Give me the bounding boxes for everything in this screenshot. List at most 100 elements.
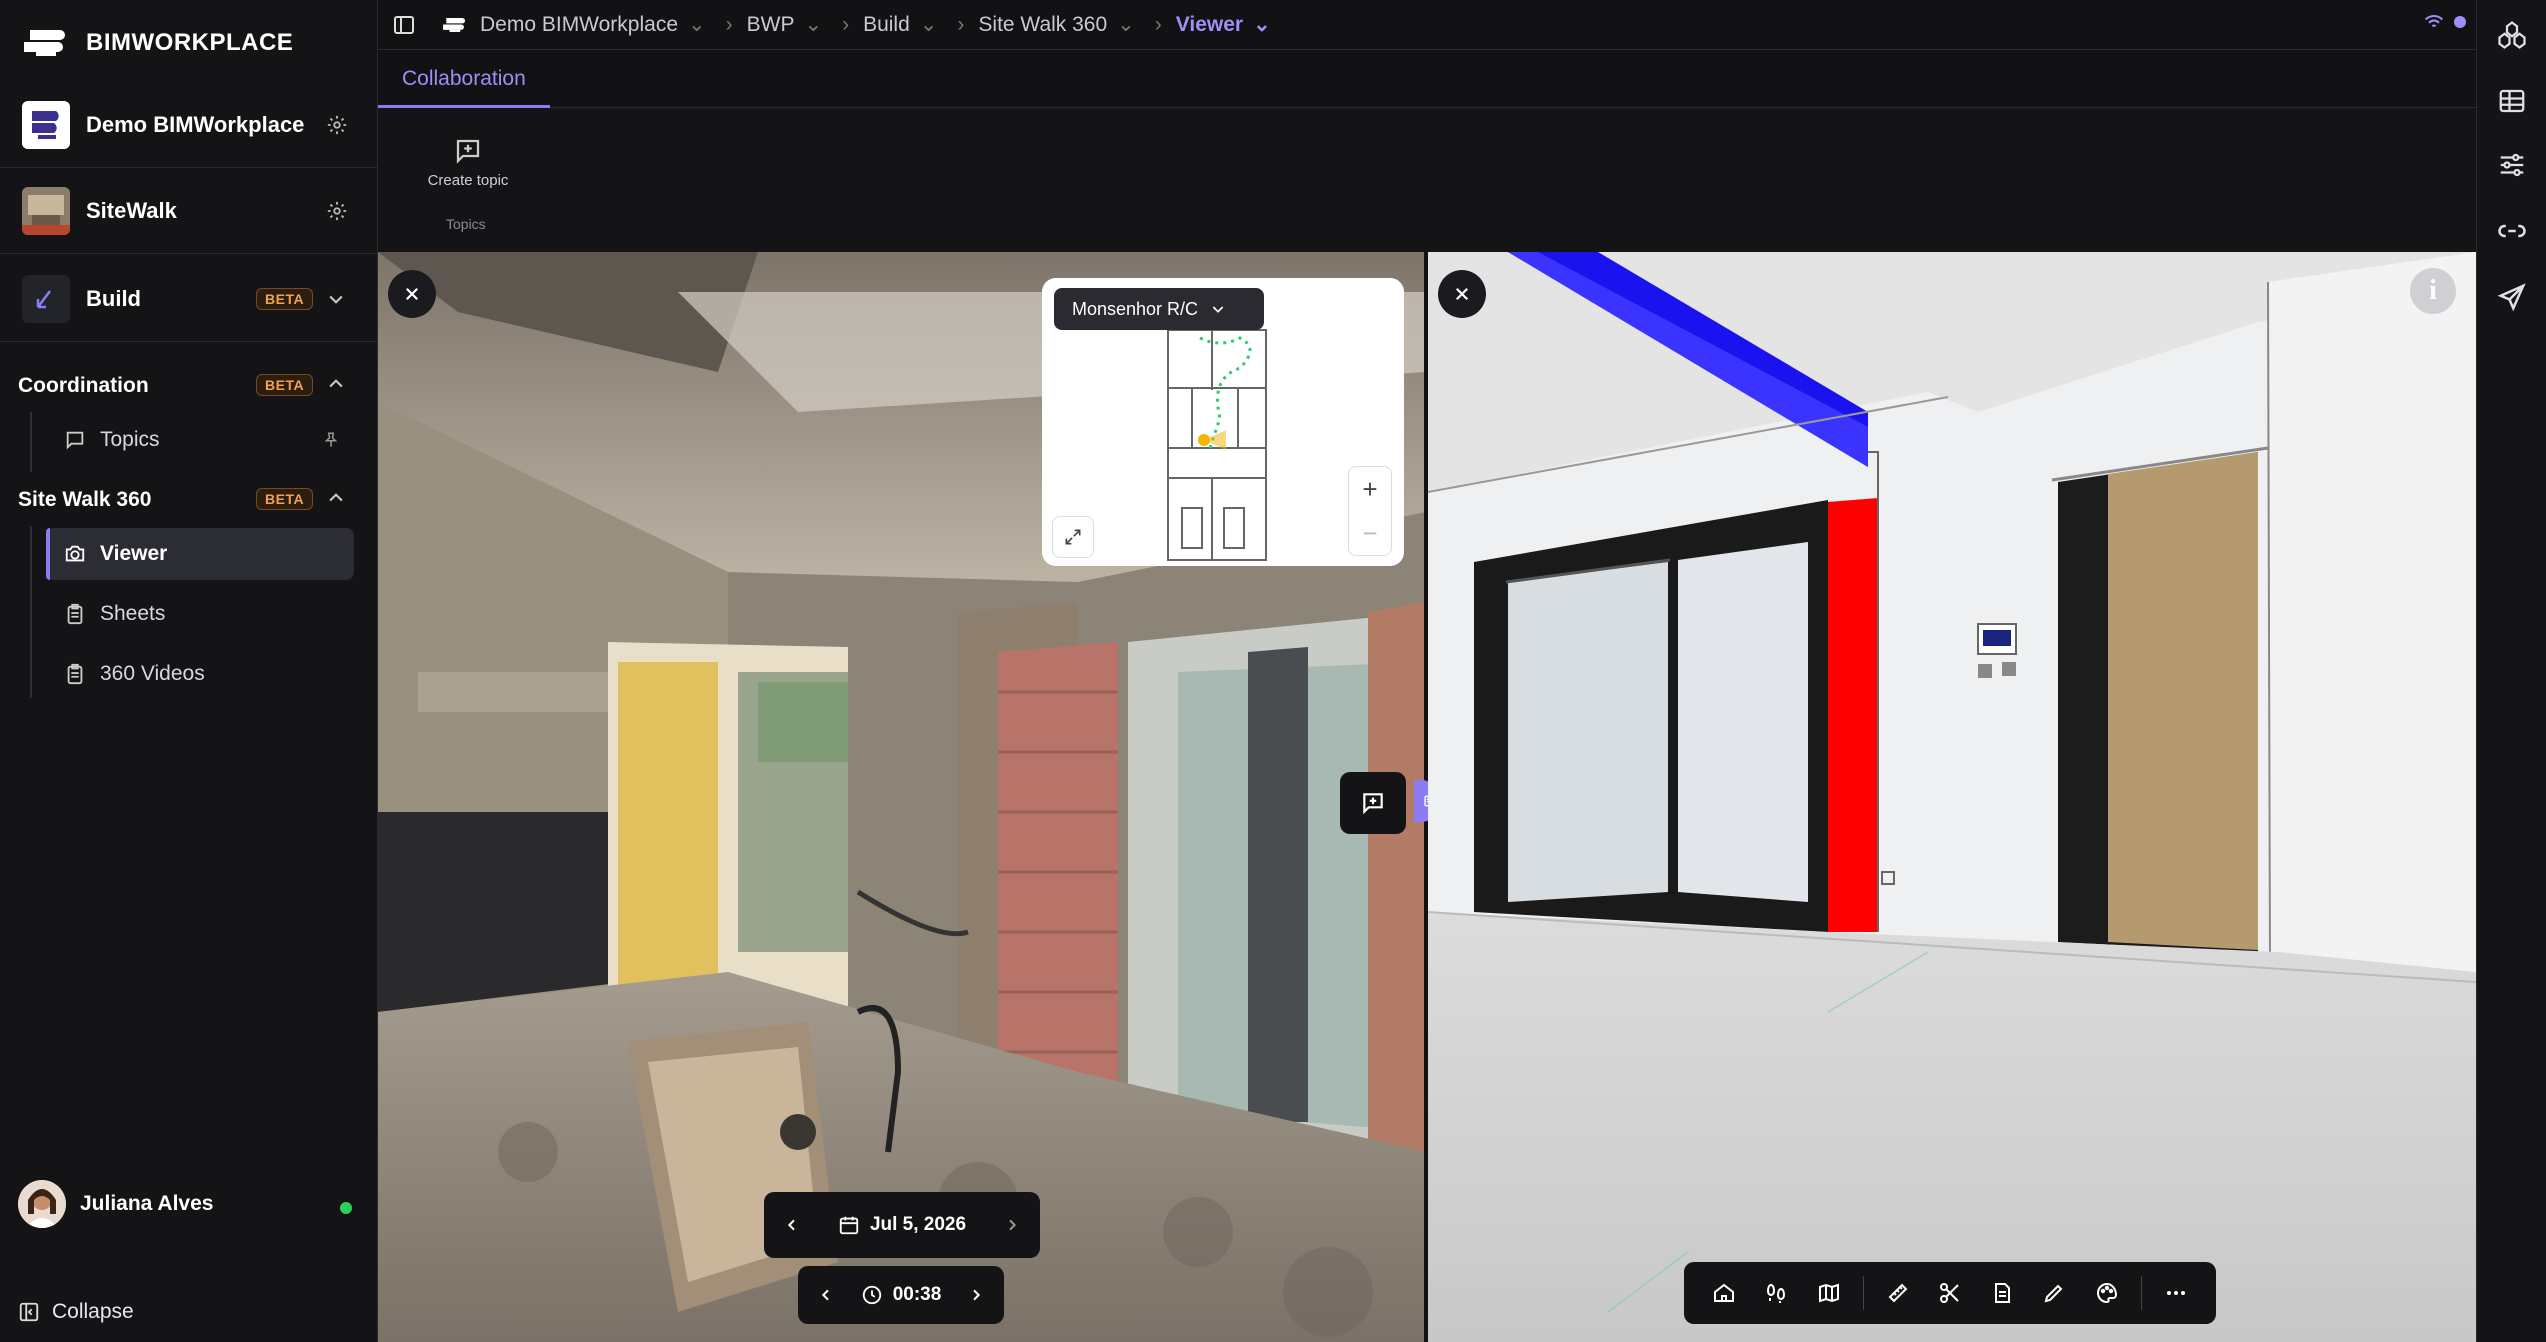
module-name: Build (86, 285, 141, 311)
prev-time-button[interactable] (818, 1287, 834, 1303)
sidebar-item-topics[interactable]: Topics (46, 414, 354, 466)
chevron-up-icon[interactable] (326, 374, 346, 394)
module-build[interactable]: Build BETA (0, 256, 378, 342)
sidebar-toggle-icon[interactable] (392, 13, 416, 37)
close-model-button[interactable] (1438, 270, 1486, 318)
sidebar-item-label: Topics (100, 428, 160, 451)
app-logo[interactable]: BIMWORKPLACE (22, 22, 293, 64)
bimworkplace-logo-icon (24, 30, 65, 56)
sidebar-collapse-icon (19, 1302, 39, 1322)
project-sitewalk[interactable]: SiteWalk (0, 168, 378, 254)
user-profile[interactable]: Juliana Alves (18, 1180, 213, 1228)
more-icon[interactable] (2150, 1268, 2202, 1318)
project-demo-bimworkplace[interactable]: Demo BIMWorkplace (0, 82, 378, 168)
chevron-down-icon[interactable] (326, 289, 346, 309)
sidebar-item-viewer[interactable]: Viewer (46, 528, 354, 580)
add-comment-icon (456, 139, 480, 164)
close-icon (1455, 287, 1469, 301)
walk-icon[interactable] (1750, 1268, 1802, 1318)
link-icon[interactable] (2497, 216, 2527, 246)
comment-icon (66, 431, 84, 450)
breadcrumb-item[interactable]: BWP ⌄ (747, 12, 828, 37)
gear-icon[interactable] (326, 200, 348, 222)
time-value: 00:38 (892, 1284, 942, 1305)
project-name: Demo BIMWorkplace (86, 111, 305, 137)
chevron-down-icon: ⌄ (804, 13, 823, 36)
chevron-up-icon[interactable] (326, 488, 346, 508)
table-icon[interactable] (2497, 86, 2527, 116)
close-viewer-button[interactable] (388, 270, 436, 318)
toolbar-divider (1862, 1276, 1864, 1310)
online-status-dot (340, 1202, 352, 1214)
sidebar-item-360-videos[interactable]: 360 Videos (46, 648, 354, 700)
create-topic-label: Create topic (427, 172, 509, 189)
components-icon[interactable] (2497, 20, 2527, 50)
scissors-icon[interactable] (1924, 1268, 1976, 1318)
top-bar: Demo BIMWorkplace ⌄ › BWP ⌄ › Build ⌄ › Sit… (378, 0, 2476, 50)
add-comment-button[interactable] (1340, 772, 1406, 834)
chevron-right-icon (1009, 1219, 1017, 1231)
sidebar-item-label: 360 Videos (100, 662, 205, 685)
chevron-right-icon (973, 1289, 981, 1301)
document-icon[interactable] (1976, 1268, 2028, 1318)
collapse-button[interactable]: Collapse (18, 1300, 134, 1324)
sidebar-item-sheets[interactable]: Sheets (46, 588, 354, 640)
panorama-viewer[interactable]: Monsenhor R/C + − Jul 5, 2026 00:38 (378, 252, 1426, 1342)
tree-line (30, 526, 32, 698)
status-dot (2454, 16, 2466, 28)
sidebar: BIMWORKPLACE Demo BIMWorkplace SiteWalk … (0, 0, 378, 1342)
zoom-in-icon[interactable]: + (1362, 474, 1377, 505)
pencil-icon[interactable] (2028, 1268, 2080, 1318)
next-date-button[interactable] (1004, 1217, 1020, 1233)
map-icon[interactable] (1802, 1268, 1854, 1318)
clipboard-icon (67, 603, 83, 625)
breadcrumb-item[interactable]: Demo BIMWorkplace ⌄ (480, 12, 712, 37)
info-icon[interactable]: i (2410, 268, 2456, 314)
right-rail (2476, 0, 2546, 1342)
create-topic-button[interactable]: Create topic (422, 136, 514, 189)
floor-select[interactable]: Monsenhor R/C (1054, 288, 1264, 330)
toolbar-group-label: Topics (446, 216, 486, 232)
home-icon[interactable] (1698, 1268, 1750, 1318)
project-logo (22, 100, 70, 149)
add-comment-icon (1363, 793, 1383, 815)
breadcrumb-item[interactable]: Build ⌄ (863, 12, 943, 37)
connection-status (2424, 14, 2466, 30)
prev-date-button[interactable] (784, 1217, 800, 1233)
floor-select-value: Monsenhor R/C (1072, 298, 1199, 319)
toolbar-divider (2140, 1276, 2142, 1310)
chevron-left-icon (821, 1289, 829, 1301)
tab-collaboration[interactable]: Collaboration (378, 52, 550, 108)
minimap[interactable]: Monsenhor R/C + − (1042, 278, 1404, 566)
chevron-left-icon (787, 1219, 795, 1231)
gear-icon[interactable] (326, 114, 348, 136)
bimworkplace-logo-icon[interactable] (442, 15, 472, 35)
chevron-down-icon: ⌄ (688, 13, 706, 36)
breadcrumb: Demo BIMWorkplace ⌄ › BWP ⌄ › Build ⌄ › Sit… (442, 12, 1277, 37)
send-icon[interactable] (2497, 282, 2527, 312)
section-title-site-walk-360[interactable]: Site Walk 360 (18, 488, 151, 512)
pin-icon[interactable] (322, 431, 340, 449)
date-picker[interactable]: Jul 5, 2026 (838, 1214, 966, 1236)
section-title-coordination[interactable]: Coordination (18, 374, 149, 398)
breadcrumb-item[interactable]: Site Walk 360 ⌄ (978, 12, 1140, 37)
breadcrumb-item-current[interactable]: Viewer ⌄ (1176, 12, 1277, 37)
chevron-down-icon: ⌄ (1253, 13, 1271, 36)
clipboard-icon (67, 663, 83, 685)
sliders-icon[interactable] (2497, 150, 2527, 180)
palette-icon[interactable] (2081, 1268, 2133, 1318)
sidebar-item-label: Viewer (100, 542, 168, 565)
close-icon (405, 287, 419, 301)
next-time-button[interactable] (968, 1287, 984, 1303)
tab-bar: Collaboration (378, 52, 2476, 108)
project-name: SiteWalk (86, 197, 177, 223)
chevron-right-icon: › (842, 12, 850, 36)
clock-icon (862, 1285, 881, 1305)
ruler-icon[interactable] (1872, 1268, 1924, 1318)
minimap-expand-button[interactable] (1052, 516, 1094, 558)
time-picker[interactable]: 00:38 (861, 1284, 942, 1306)
model-toolbar (1684, 1262, 2216, 1324)
beta-badge: BETA (256, 287, 314, 310)
zoom-out-icon[interactable]: − (1362, 518, 1377, 549)
bim-model-viewer[interactable]: i (1428, 252, 2476, 1342)
